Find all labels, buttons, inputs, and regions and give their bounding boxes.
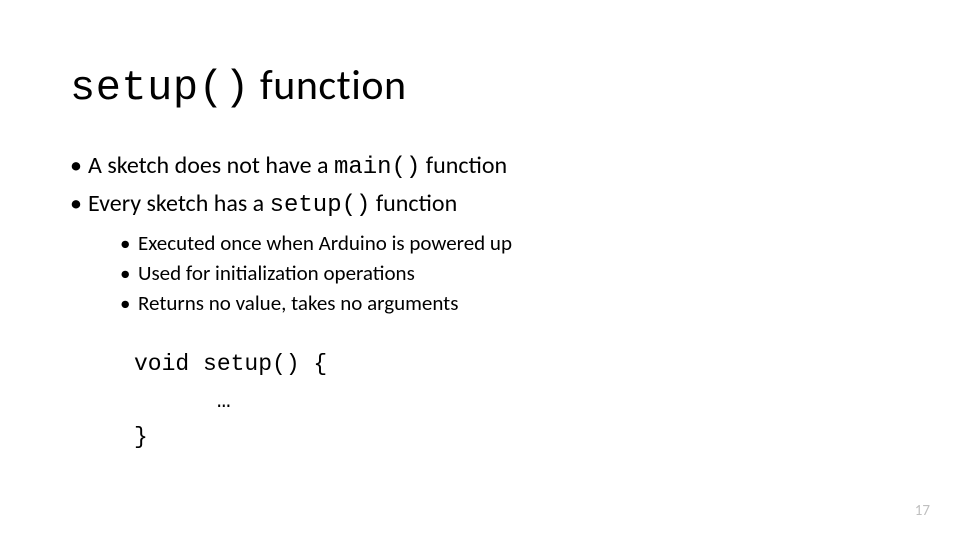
bullet-1: A sketch does not have a main() function [70, 150, 890, 184]
slide: setup() function A sketch does not have … [0, 0, 960, 540]
code-line-3: } [134, 424, 148, 450]
sub-bullet-list: Executed once when Arduino is powered up… [120, 229, 890, 318]
code-line-2: … [134, 388, 231, 414]
bullet-2-pre: Every sketch has a [88, 189, 270, 218]
bullet-2: Every sketch has a setup() function Exec… [70, 188, 890, 317]
code-block: void setup() { … } [134, 346, 890, 456]
title-text: function [250, 60, 407, 111]
code-line-1: void setup() { [134, 351, 327, 377]
slide-title: setup() function [70, 60, 890, 112]
sub-bullet-1: Executed once when Arduino is powered up [120, 229, 890, 257]
bullet-2-post: function [370, 189, 457, 218]
bullet-1-pre: A sketch does not have a [88, 151, 334, 180]
sub-bullet-2: Used for initialization operations [120, 259, 890, 287]
title-code: setup() [70, 64, 250, 112]
bullet-1-post: function [420, 151, 507, 180]
page-number: 17 [915, 502, 930, 520]
bullet-1-code: main() [334, 154, 420, 181]
bullet-2-code: setup() [270, 192, 371, 219]
bullet-list: A sketch does not have a main() function… [70, 150, 890, 318]
sub-bullet-3: Returns no value, takes no arguments [120, 289, 890, 317]
